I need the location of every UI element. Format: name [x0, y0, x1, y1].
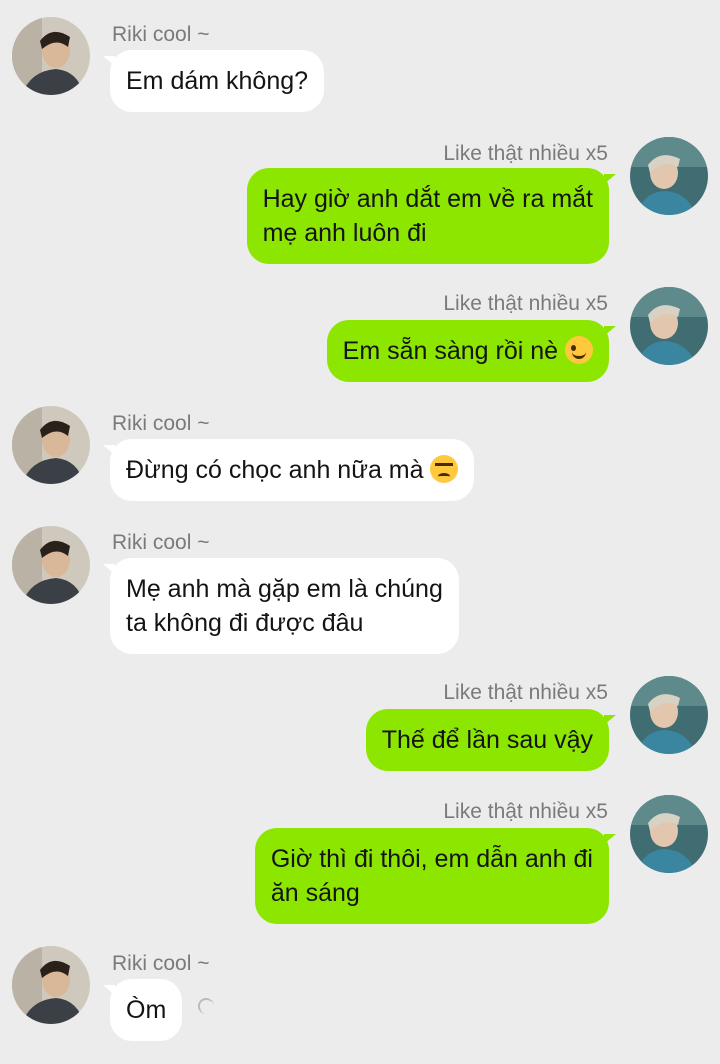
message-text: Em sẵn sàng rồi nè [343, 334, 593, 368]
my-avatar[interactable] [630, 287, 708, 365]
sender-name: Like thật nhiều x5 [443, 681, 608, 704]
sender-name: Riki cool ~ [112, 412, 210, 435]
message-bubble[interactable]: Mẹ anh mà gặp em là chúng ta không đi đư… [103, 558, 459, 654]
message-bubble[interactable]: Òm [102, 979, 183, 1041]
sender-name: Like thật nhiều x5 [443, 142, 608, 165]
sender-name: Riki cool ~ [112, 531, 210, 554]
persevering-face-icon [430, 455, 459, 483]
contact-avatar[interactable] [12, 406, 90, 484]
message-bubble[interactable]: Em sẵn sàng rồi nè [326, 320, 617, 382]
message-text: Hay giờ anh dắt em về ra mắt [262, 185, 593, 213]
my-avatar[interactable] [630, 676, 708, 754]
winking-face-icon [565, 336, 593, 364]
sender-name: Like thật nhiều x5 [443, 292, 608, 315]
message-bubble[interactable]: Thế để lần sau vậy [365, 709, 617, 771]
contact-avatar[interactable] [12, 946, 90, 1024]
contact-avatar[interactable] [12, 526, 90, 604]
message-text: Mẹ anh mà gặp em là chúng [126, 575, 443, 603]
my-avatar[interactable] [630, 795, 708, 873]
sender-name: Like thật nhiều x5 [443, 800, 608, 823]
message-text: mẹ anh luôn đi [262, 219, 427, 247]
sender-name: Riki cool ~ [112, 952, 210, 975]
message-bubble[interactable]: Hay giờ anh dắt em về ra mắt mẹ anh luôn… [246, 168, 617, 264]
message-text: ta không đi được đâu [126, 609, 364, 637]
message-text: Òm [126, 996, 167, 1024]
message-text: Đừng có chọc anh nữa mà [126, 453, 459, 487]
message-text: Em dám không? [126, 67, 309, 95]
sender-name: Riki cool ~ [112, 23, 210, 46]
my-avatar[interactable] [630, 137, 708, 215]
message-bubble[interactable]: Giờ thì đi thôi, em dẫn anh đi ăn sáng [254, 828, 617, 924]
contact-avatar[interactable] [12, 17, 90, 95]
message-text: ăn sáng [270, 879, 360, 907]
message-bubble[interactable]: Đừng có chọc anh nữa mà [102, 439, 475, 501]
message-text: Thế để lần sau vậy [381, 726, 593, 754]
message-text: Giờ thì đi thôi, em dẫn anh đi [270, 845, 593, 873]
loading-spinner-icon [198, 998, 214, 1014]
message-bubble[interactable]: Em dám không? [102, 50, 325, 112]
